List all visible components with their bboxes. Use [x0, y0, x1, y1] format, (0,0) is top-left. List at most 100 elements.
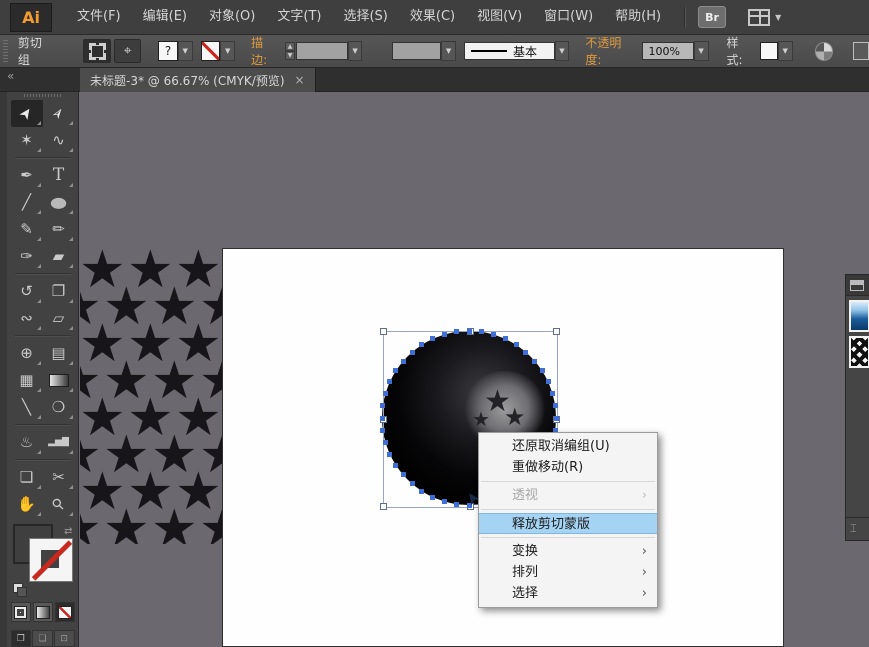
menu-item-1[interactable]: 编辑(E): [132, 0, 198, 34]
control-bar: 剪切组 ⌖ ? ▼ ▼ 描边: ▲ ▼ ▼ ▼ 基本 ▼ 不透明度: 100% …: [0, 34, 869, 69]
type-tool[interactable]: T: [43, 162, 75, 189]
pencil-tool[interactable]: ✏: [43, 216, 75, 243]
blend-tool[interactable]: ❍: [43, 394, 75, 421]
style-swatch[interactable]: [760, 42, 778, 60]
menu-item-3[interactable]: 文字(T): [266, 0, 332, 34]
lasso-tool[interactable]: ∿: [43, 127, 75, 154]
workspace-switcher[interactable]: ▼: [748, 8, 781, 26]
brush-definition-field[interactable]: 基本: [463, 42, 555, 60]
right-panel-header[interactable]: [846, 275, 869, 296]
direct-selection-tool[interactable]: ➢: [43, 100, 75, 127]
context-menu-item-1[interactable]: 重做移动(R): [479, 457, 657, 478]
scale-tool[interactable]: ❐: [43, 278, 75, 305]
recolor-artwork-icon[interactable]: [814, 41, 834, 61]
color-button[interactable]: [10, 602, 31, 622]
opacity-link[interactable]: 不透明度:: [585, 34, 637, 69]
opacity-dropdown[interactable]: ▼: [693, 41, 709, 61]
swap-fill-stroke-icon[interactable]: ⇄: [64, 526, 72, 537]
stroke-weight-dropdown[interactable]: ▼: [347, 41, 363, 61]
column-graph-tool[interactable]: ▂▅▇: [43, 429, 75, 456]
none-button[interactable]: [54, 602, 75, 622]
ellipse-tool[interactable]: ●: [43, 189, 75, 216]
blob-brush-tool[interactable]: ✑: [11, 243, 43, 270]
pattern-swatch-thumbnail[interactable]: [849, 336, 869, 368]
edit-contents-button[interactable]: ⌖: [113, 39, 142, 63]
document-tab[interactable]: 未标题-3* @ 66.67% (CMYK/预览) ×: [80, 68, 316, 92]
stroke-link[interactable]: 描边:: [251, 34, 279, 69]
shape-builder-tool[interactable]: ⊕: [11, 340, 43, 367]
menu-item-2[interactable]: 对象(O): [198, 0, 266, 34]
width-tool[interactable]: ∾: [11, 305, 43, 332]
stroke-weight-stepper[interactable]: ▲ ▼: [284, 42, 296, 60]
line-segment-tool[interactable]: ╱: [11, 189, 43, 216]
stepper-up-icon[interactable]: ▲: [284, 42, 296, 51]
isolate-selection-button[interactable]: [83, 39, 111, 63]
selection-handle[interactable]: [553, 328, 560, 335]
draw-normal-mode[interactable]: ❐: [10, 630, 32, 647]
mesh-tool[interactable]: ▦: [11, 367, 43, 394]
stroke-color-dropdown[interactable]: ▼: [220, 41, 236, 61]
anchor-point: [383, 390, 389, 396]
fill-color-swatch[interactable]: ?: [158, 41, 178, 61]
context-menu-item-5[interactable]: 释放剪切蒙版: [479, 513, 657, 534]
paintbrush-tool[interactable]: ✎: [11, 216, 43, 243]
close-tab-icon[interactable]: ×: [295, 73, 305, 87]
context-menu-item-9[interactable]: 选择 ›: [479, 583, 657, 604]
slice-tool[interactable]: ✂: [43, 464, 75, 491]
zoom-tool[interactable]: ⚲: [43, 491, 75, 518]
anchor-point: [552, 403, 558, 409]
align-panel-partial-icon[interactable]: [853, 42, 869, 60]
panel-grip[interactable]: [3, 40, 8, 62]
artboard-tool[interactable]: ❏: [11, 464, 43, 491]
hand-tool[interactable]: ✋: [11, 491, 43, 518]
stepper-down-icon[interactable]: ▼: [284, 51, 296, 60]
menu-item-4[interactable]: 选择(S): [332, 0, 398, 34]
selection-tool[interactable]: ➤: [10, 100, 43, 127]
gradient-button[interactable]: [32, 602, 53, 622]
style-label: 样式:: [726, 36, 743, 67]
anchor-point: [491, 332, 496, 338]
gradient-tool[interactable]: [43, 367, 75, 394]
draw-inside-mode[interactable]: ⊡: [53, 630, 75, 647]
rotate-tool[interactable]: ↺: [11, 278, 43, 305]
shape-builder-tool-icon: ⊕: [20, 344, 33, 362]
variable-width-profile-field[interactable]: [392, 42, 442, 60]
free-transform-tool[interactable]: ▱: [43, 305, 75, 332]
menu-separator: [481, 509, 655, 510]
stroke-swatch[interactable]: [28, 538, 73, 582]
brush-definition-dropdown[interactable]: ▼: [554, 41, 570, 61]
menu-item-8[interactable]: 帮助(H): [604, 0, 672, 34]
default-fill-stroke-icon[interactable]: [12, 583, 27, 597]
menu-item-7[interactable]: 窗口(W): [533, 0, 604, 34]
pen-tool[interactable]: ✒: [11, 162, 43, 189]
magic-wand-tool[interactable]: ✶: [11, 127, 43, 154]
context-menu-item-0[interactable]: 还原取消编组(U): [479, 436, 657, 457]
draw-behind-mode[interactable]: ❏: [32, 630, 53, 647]
context-menu-item-8[interactable]: 排列 ›: [479, 562, 657, 583]
perspective-grid-tool[interactable]: ▤: [43, 340, 75, 367]
menu-item-5[interactable]: 效果(C): [399, 0, 466, 34]
variable-width-profile-dropdown[interactable]: ▼: [441, 41, 456, 61]
context-menu-item-7[interactable]: 变换 ›: [479, 541, 657, 562]
gradient-swatch-thumbnail[interactable]: [849, 300, 869, 332]
menu-item-0[interactable]: 文件(F): [66, 0, 132, 34]
canvas-area[interactable]: ★★★★★★★★★★★★★★★★★★★★★★★★★★★★ ★★★ ➤ 还原取消编…: [80, 92, 869, 647]
opacity-field[interactable]: 100%: [642, 42, 694, 60]
fill-color-dropdown[interactable]: ▼: [177, 41, 193, 61]
selection-handle[interactable]: [380, 328, 387, 335]
selection-handle[interactable]: [380, 503, 387, 510]
symbol-sprayer-tool[interactable]: ♨: [11, 429, 43, 456]
color-icon: [14, 605, 27, 619]
eraser-tool[interactable]: ▰: [43, 243, 75, 270]
stroke-color-swatch[interactable]: [200, 41, 221, 61]
collapse-panel-icon[interactable]: «: [7, 70, 14, 82]
anchor-point: [523, 349, 529, 355]
collapsed-right-panel[interactable]: ⌶: [845, 274, 869, 541]
bridge-button[interactable]: Br: [698, 6, 727, 28]
stroke-weight-field[interactable]: [296, 42, 348, 60]
menu-item-6[interactable]: 视图(V): [466, 0, 533, 34]
tool-panel-grip[interactable]: [23, 94, 62, 97]
style-dropdown[interactable]: ▼: [777, 41, 793, 61]
eyedropper-tool[interactable]: ╲: [11, 394, 43, 421]
line-segment-tool-icon: ╱: [21, 193, 32, 211]
